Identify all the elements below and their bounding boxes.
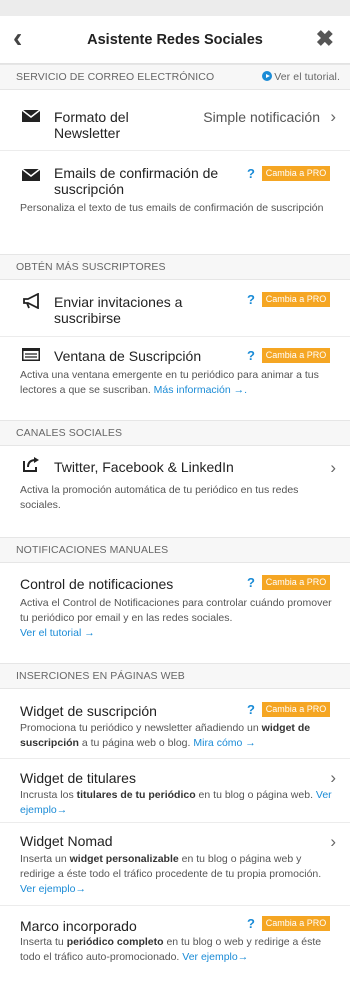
item-embedded-frame[interactable]: Marco incorporado ? Cambia a PRO Inserta… <box>0 906 350 976</box>
pro-badge[interactable]: Cambia a PRO <box>262 702 330 717</box>
help-icon[interactable]: ? <box>247 576 255 590</box>
item-frame-desc: Inserta tu periódico completo en tu blog… <box>20 936 322 963</box>
item-control-label: Control de notificaciones <box>20 576 174 592</box>
help-icon[interactable]: ? <box>247 703 255 717</box>
pro-badge[interactable]: Cambia a PRO <box>262 348 330 363</box>
section-manual-header: NOTIFICACIONES MANUALES <box>0 537 350 563</box>
item-widget-nomad-desc: Inserta un widget personalizable en tu b… <box>20 853 322 895</box>
section-social-header: CANALES SOCIALES <box>0 420 350 446</box>
item-social-networks[interactable]: Twitter, Facebook & LinkedIn › Activa la… <box>0 447 350 525</box>
help-icon[interactable]: ? <box>247 167 255 181</box>
more-info-link[interactable]: Más información →. <box>154 384 247 396</box>
see-example-link[interactable]: Ver ejemplo→ <box>20 883 86 895</box>
pro-badge[interactable]: Cambia a PRO <box>262 166 330 181</box>
page-title: Asistente Redes Sociales <box>87 32 263 48</box>
pro-badge[interactable]: Cambia a PRO <box>262 292 330 307</box>
item-social-label: Twitter, Facebook & LinkedIn <box>54 459 234 475</box>
item-widget-sub-desc: Promociona tu periódico y newsletter aña… <box>20 722 311 749</box>
envelope-icon <box>22 110 40 122</box>
section-subscribers-header: OBTÉN MÁS SUSCRIPTORES <box>0 254 350 280</box>
item-confirmation-label: Emails de confirmación de suscripción <box>54 165 219 197</box>
item-subscription-widget[interactable]: Widget de suscripción ? Cambia a PRO Pro… <box>0 690 350 760</box>
pro-badge[interactable]: Cambia a PRO <box>262 916 330 931</box>
help-icon[interactable]: ? <box>247 917 255 931</box>
help-icon[interactable]: ? <box>247 349 255 363</box>
item-newsletter-format[interactable]: Formato del Newsletter Simple notificaci… <box>0 92 350 142</box>
help-icon[interactable]: ? <box>247 293 255 307</box>
see-example-link[interactable]: Ver ejemplo→ <box>182 951 248 963</box>
item-subscription-window[interactable]: Ventana de Suscripción ? Cambia a PRO Ac… <box>0 337 350 407</box>
section-manual-title: NOTIFICACIONES MANUALES <box>16 544 169 556</box>
item-window-label: Ventana de Suscripción <box>54 348 202 364</box>
item-nomad-widget[interactable]: Widget Nomad › Inserta un widget persona… <box>0 823 350 905</box>
envelope-icon <box>22 169 40 181</box>
see-how-link[interactable]: Mira cómo → <box>193 737 255 749</box>
megaphone-icon <box>23 293 39 309</box>
chevron-right-icon: › <box>330 832 336 851</box>
close-icon[interactable]: ✖ <box>316 27 334 51</box>
section-web-header: INSERCIONES EN PÁGINAS WEB <box>0 663 350 689</box>
tutorial-link[interactable]: Ver el tutorial → <box>20 627 95 639</box>
item-widget-nomad-label: Widget Nomad <box>20 833 113 849</box>
chevron-right-icon: › <box>330 107 336 126</box>
tutorial-link[interactable]: Ver el tutorial. <box>262 71 340 83</box>
play-icon <box>262 71 273 81</box>
section-email-title: SERVICIO DE CORREO ELECTRÓNICO <box>16 71 215 83</box>
item-invitations[interactable]: Enviar invitaciones a suscribirse ? Camb… <box>0 281 350 337</box>
share-icon <box>23 457 39 472</box>
item-headlines-widget[interactable]: Widget de titulares › Incrusta los titul… <box>0 759 350 824</box>
chevron-right-icon: › <box>330 458 336 477</box>
pro-badge[interactable]: Cambia a PRO <box>262 575 330 590</box>
item-window-desc: Activa una ventana emergente en tu perió… <box>20 369 319 396</box>
item-social-desc: Activa la promoción automática de tu per… <box>20 484 299 511</box>
item-invitations-label: Enviar invitaciones a suscribirse <box>54 294 183 326</box>
section-email-header: SERVICIO DE CORREO ELECTRÓNICO Ver el tu… <box>0 64 350 90</box>
item-widget-sub-label: Widget de suscripción <box>20 703 157 719</box>
newsletter-format-value: Simple notificación <box>203 109 320 125</box>
header: ‹ Asistente Redes Sociales ✖ <box>0 16 350 64</box>
section-social-title: CANALES SOCIALES <box>16 427 123 439</box>
section-subscribers-title: OBTÉN MÁS SUSCRIPTORES <box>16 261 166 273</box>
item-widget-titles-desc: Incrusta los titulares de tu periódico e… <box>20 789 332 816</box>
item-control-desc: Activa el Control de Notificaciones para… <box>20 597 332 639</box>
item-widget-titles-label: Widget de titulares <box>20 770 136 786</box>
item-notification-control[interactable]: Control de notificaciones ? Cambia a PRO… <box>0 564 350 650</box>
item-confirmation-desc: Personaliza el texto de tus emails de co… <box>20 202 324 214</box>
item-frame-label: Marco incorporado <box>20 918 137 934</box>
item-confirmation-emails[interactable]: Emails de confirmación de suscripción ? … <box>0 151 350 235</box>
section-web-title: INSERCIONES EN PÁGINAS WEB <box>16 670 185 682</box>
chevron-right-icon: › <box>330 768 336 787</box>
window-icon <box>22 348 40 361</box>
top-strip <box>0 0 350 16</box>
item-newsletter-label: Formato del Newsletter <box>54 109 129 141</box>
